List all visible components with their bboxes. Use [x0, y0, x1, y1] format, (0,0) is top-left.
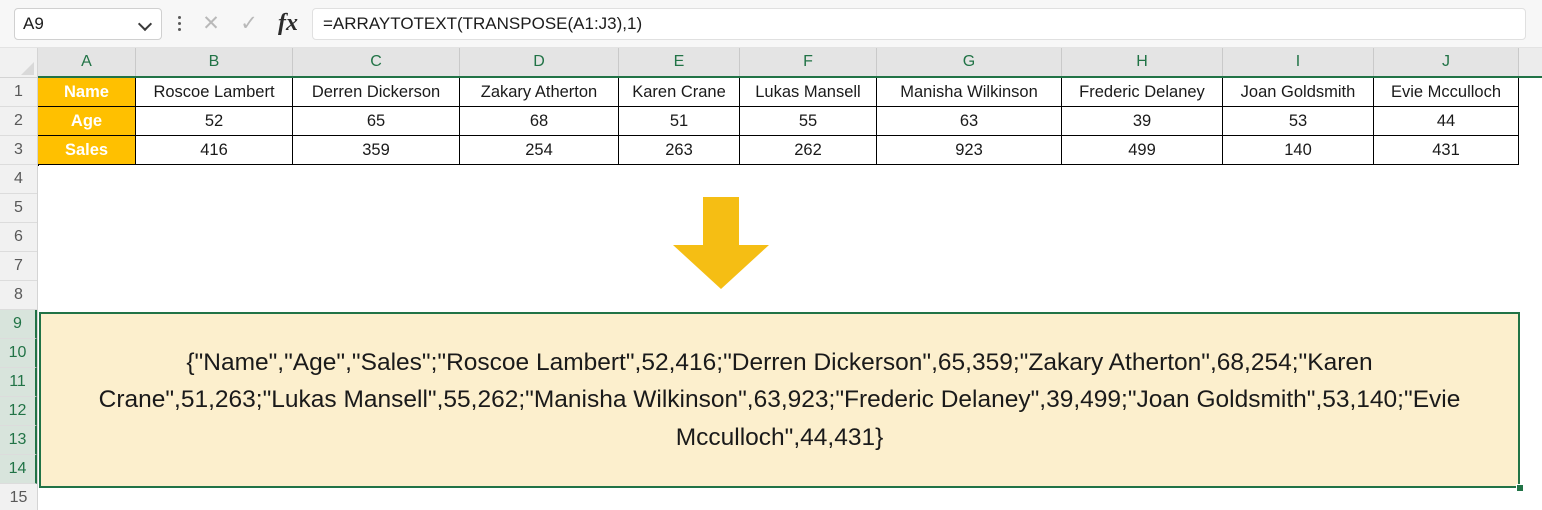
cell-h2[interactable]: 39	[1062, 107, 1223, 136]
select-all-corner[interactable]	[0, 48, 38, 78]
close-icon[interactable]: ✕	[192, 8, 230, 40]
more-options-icon[interactable]	[168, 8, 190, 40]
cell-i3[interactable]: 140	[1223, 136, 1374, 165]
cell-e1[interactable]: Karen Crane	[619, 78, 740, 107]
cell-c1[interactable]: Derren Dickerson	[293, 78, 460, 107]
insert-function-icon[interactable]: fx	[268, 8, 308, 40]
arrow-shaft	[703, 197, 739, 247]
cell-f3[interactable]: 262	[740, 136, 877, 165]
cell-b1[interactable]: Roscoe Lambert	[136, 78, 293, 107]
row-header-15[interactable]: 15	[0, 484, 37, 510]
row-header-14[interactable]: 14	[0, 455, 37, 484]
result-cell[interactable]: {"Name","Age","Sales";"Roscoe Lambert",5…	[39, 312, 1520, 488]
row-headers: 1 2 3 4 5 6 7 8 9 10 11 12 13 14 15	[0, 78, 38, 510]
cell-d2[interactable]: 68	[460, 107, 619, 136]
arrow-head	[673, 245, 769, 289]
cell-j2[interactable]: 44	[1374, 107, 1519, 136]
cell-f1[interactable]: Lukas Mansell	[740, 78, 877, 107]
cell-e2[interactable]: 51	[619, 107, 740, 136]
cell-a1[interactable]: Name	[38, 78, 136, 107]
kebab-dot	[177, 28, 181, 31]
column-header-g[interactable]: G	[877, 48, 1062, 76]
formula-actions: ✕ ✓ fx	[192, 8, 308, 40]
row-header-6[interactable]: 6	[0, 223, 37, 252]
cell-e3[interactable]: 263	[619, 136, 740, 165]
column-header-j[interactable]: J	[1374, 48, 1519, 76]
cell-d1[interactable]: Zakary Atherton	[460, 78, 619, 107]
row-header-9[interactable]: 9	[0, 310, 37, 339]
fill-handle[interactable]	[1516, 484, 1524, 492]
row-header-7[interactable]: 7	[0, 252, 37, 281]
row-header-4[interactable]: 4	[0, 165, 37, 194]
cell-d3[interactable]: 254	[460, 136, 619, 165]
cell-g2[interactable]: 63	[877, 107, 1062, 136]
cell-b3[interactable]: 416	[136, 136, 293, 165]
formula-bar: A9 ✕ ✓ fx =ARRAYTOTEXT(TRANSPOSE(A1:J3),…	[0, 0, 1542, 48]
column-header-c[interactable]: C	[293, 48, 460, 76]
row-header-5[interactable]: 5	[0, 194, 37, 223]
chevron-down-icon[interactable]	[139, 17, 153, 31]
column-header-overflow	[1519, 48, 1542, 76]
row-header-1[interactable]: 1	[0, 78, 37, 107]
column-headers: ABCDEFGHIJ	[38, 48, 1542, 78]
result-cell-value: {"Name","Age","Sales";"Roscoe Lambert",5…	[98, 349, 1461, 451]
column-header-b[interactable]: B	[136, 48, 293, 76]
row-header-3[interactable]: 3	[0, 136, 37, 165]
cell-a2[interactable]: Age	[38, 107, 136, 136]
cell-canvas: {"Name","Age","Sales";"Roscoe Lambert",5…	[38, 78, 1542, 510]
cell-a3[interactable]: Sales	[38, 136, 136, 165]
column-header-h[interactable]: H	[1062, 48, 1223, 76]
cell-b2[interactable]: 52	[136, 107, 293, 136]
cell-h3[interactable]: 499	[1062, 136, 1223, 165]
cell-h1[interactable]: Frederic Delaney	[1062, 78, 1223, 107]
row-header-8[interactable]: 8	[0, 281, 37, 310]
column-header-f[interactable]: F	[740, 48, 877, 76]
down-arrow-icon	[673, 197, 769, 289]
kebab-dot	[177, 16, 181, 19]
row-header-10[interactable]: 10	[0, 339, 37, 368]
row-header-12[interactable]: 12	[0, 397, 37, 426]
cell-g3[interactable]: 923	[877, 136, 1062, 165]
cell-c3[interactable]: 359	[293, 136, 460, 165]
cell-g1[interactable]: Manisha Wilkinson	[877, 78, 1062, 107]
cell-c2[interactable]: 65	[293, 107, 460, 136]
cell-i2[interactable]: 53	[1223, 107, 1374, 136]
kebab-dot	[177, 22, 181, 25]
row-header-11[interactable]: 11	[0, 368, 37, 397]
spreadsheet-grid: ABCDEFGHIJ 1 2 3 4 5 6 7 8 9 10 11 12 13 14 15 {"Name"…	[0, 48, 1542, 510]
row-header-2[interactable]: 2	[0, 107, 37, 136]
cell-f2[interactable]: 55	[740, 107, 877, 136]
column-header-d[interactable]: D	[460, 48, 619, 76]
column-header-e[interactable]: E	[619, 48, 740, 76]
cell-i1[interactable]: Joan Goldsmith	[1223, 78, 1374, 107]
formula-input[interactable]: =ARRAYTOTEXT(TRANSPOSE(A1:J3),1)	[312, 7, 1526, 40]
check-icon[interactable]: ✓	[230, 8, 268, 40]
row-header-13[interactable]: 13	[0, 426, 37, 455]
cell-j3[interactable]: 431	[1374, 136, 1519, 165]
name-box[interactable]: A9	[14, 7, 162, 40]
cell-j1[interactable]: Evie Mcculloch	[1374, 78, 1519, 107]
name-box-value: A9	[23, 14, 44, 33]
column-header-a[interactable]: A	[38, 48, 136, 76]
column-header-i[interactable]: I	[1223, 48, 1374, 76]
